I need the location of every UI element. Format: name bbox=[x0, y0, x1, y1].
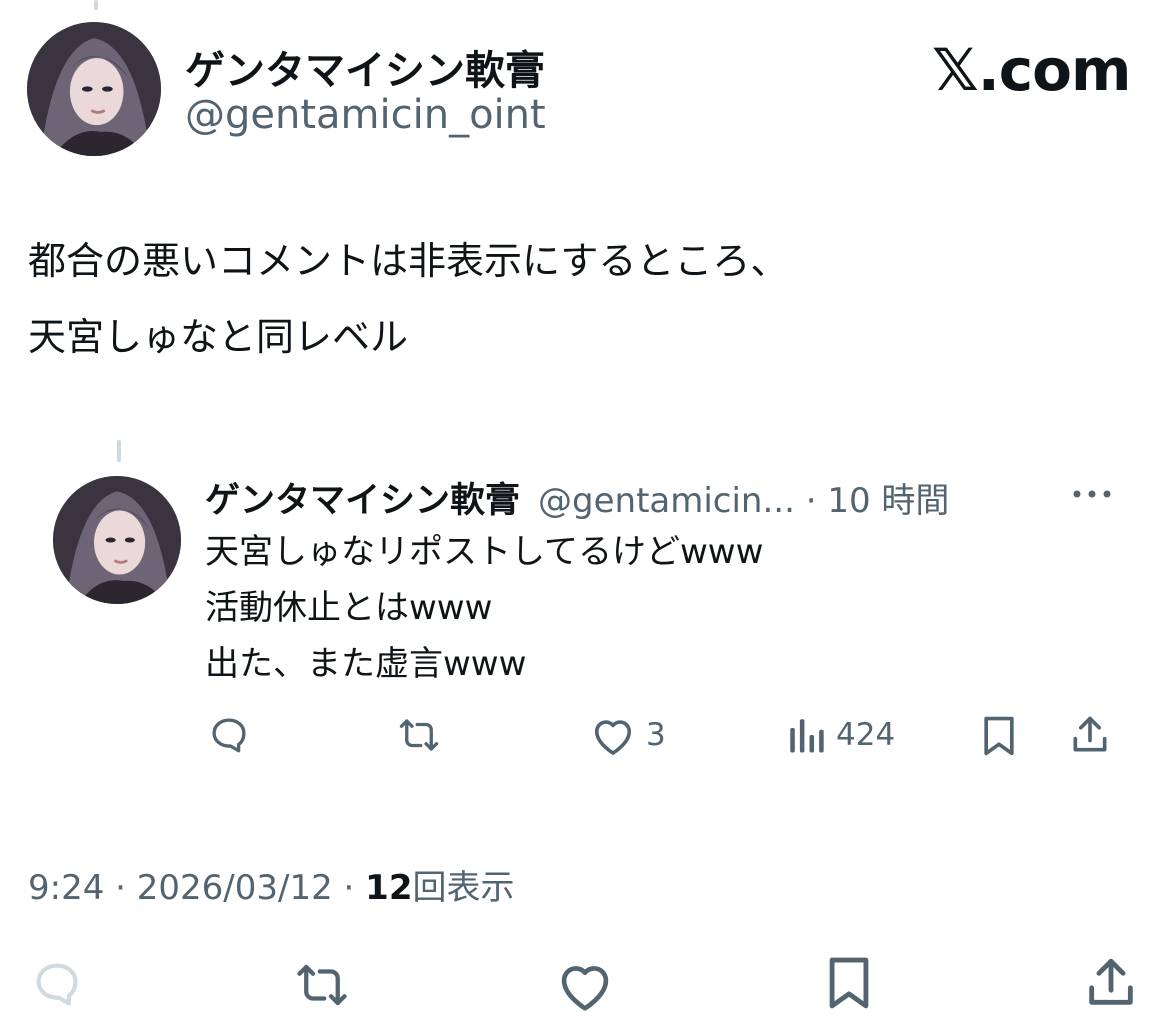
site-logo: 𝕏.com bbox=[932, 36, 1131, 104]
more-horizontal-icon[interactable] bbox=[1070, 484, 1114, 508]
quoted-reply-button[interactable] bbox=[207, 714, 251, 756]
quoted-post-header: ゲンタマイシン軟膏 @gentamicin... · 10 時間 bbox=[205, 472, 949, 523]
quoted-like-button[interactable]: 3 bbox=[590, 714, 666, 756]
quoted-like-count: 3 bbox=[646, 717, 666, 753]
quoted-share-button[interactable] bbox=[1068, 712, 1112, 758]
quoted-views-count: 424 bbox=[836, 717, 896, 753]
quoted-views-button[interactable]: 424 bbox=[786, 714, 895, 756]
reply-icon bbox=[212, 718, 246, 753]
post-meta: 9:24 · 2026/03/12 · 12回表示 bbox=[28, 860, 515, 909]
heart-icon bbox=[594, 720, 632, 755]
quoted-text-line-3: 出た、また虚言www bbox=[205, 644, 527, 684]
thread-connector-quoted bbox=[117, 440, 121, 462]
share-button[interactable] bbox=[1082, 954, 1140, 1012]
reply-button bbox=[28, 958, 86, 1010]
author-display-name[interactable]: ゲンタマイシン軟膏 bbox=[185, 38, 545, 96]
author-avatar[interactable] bbox=[27, 22, 161, 156]
quoted-author-display-name[interactable]: ゲンタマイシン軟膏 bbox=[205, 472, 520, 523]
view-count-label: 回表示 bbox=[412, 868, 515, 908]
quoted-author-handle-time[interactable]: @gentamicin... · 10 時間 bbox=[538, 473, 949, 522]
quoted-avatar-portrait-image bbox=[53, 476, 181, 604]
view-count: 12 bbox=[365, 868, 413, 908]
analytics-icon bbox=[790, 719, 824, 753]
avatar-portrait-image bbox=[27, 22, 161, 156]
repost-button[interactable] bbox=[290, 958, 354, 1012]
share-icon bbox=[1073, 716, 1107, 752]
author-handle[interactable]: @gentamicin_oint bbox=[185, 92, 546, 138]
post-timestamp[interactable]: 9:24 · 2026/03/12 · bbox=[28, 868, 365, 908]
quoted-bookmark-button[interactable] bbox=[980, 714, 1018, 758]
bookmark-icon bbox=[984, 716, 1014, 756]
bookmark-icon bbox=[829, 957, 869, 1009]
post-text-line-2: 天宮しゅなと同レベル bbox=[28, 315, 409, 359]
share-icon bbox=[1089, 958, 1133, 1005]
quoted-text-line-2: 活動休止とはwww bbox=[205, 588, 493, 628]
reply-icon bbox=[36, 963, 78, 1006]
bookmark-button[interactable] bbox=[824, 954, 874, 1012]
repost-icon bbox=[297, 964, 347, 1006]
quoted-repost-button[interactable] bbox=[395, 714, 443, 756]
quoted-author-avatar[interactable] bbox=[53, 476, 181, 604]
thread-connector-top bbox=[94, 0, 98, 10]
repost-icon bbox=[399, 719, 439, 751]
heart-icon bbox=[561, 966, 609, 1011]
quoted-text-line-1: 天宮しゅなリポストしてるけどwww bbox=[205, 532, 764, 572]
like-button[interactable] bbox=[554, 958, 616, 1012]
post-text-line-1: 都合の悪いコメントは非表示にするところ、 bbox=[28, 239, 789, 283]
